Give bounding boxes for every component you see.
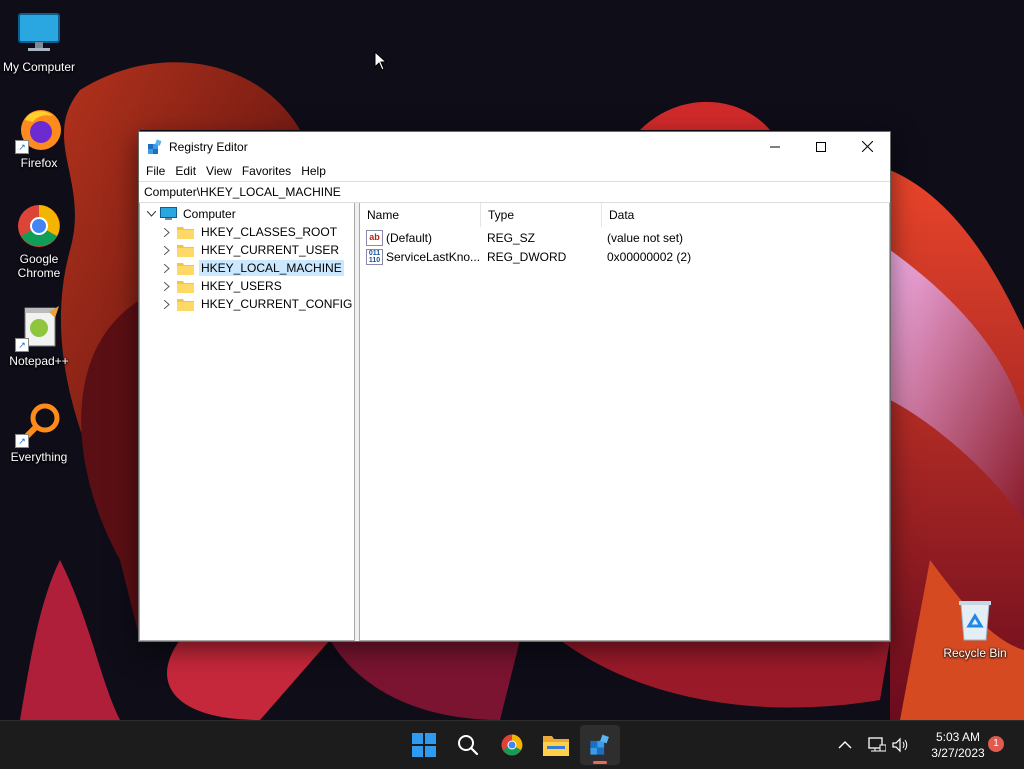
desktop-icon-my-computer[interactable]: My Computer <box>1 10 77 74</box>
address-bar[interactable]: Computer\HKEY_LOCAL_MACHINE <box>139 181 890 203</box>
minimize-button[interactable] <box>752 132 798 161</box>
close-icon <box>861 141 873 152</box>
desktop-icon-google-chrome[interactable]: Google Chrome <box>1 202 77 280</box>
desktop-icon-label: Notepad++ <box>9 354 69 368</box>
file-explorer-icon <box>543 736 569 756</box>
folder-icon <box>177 280 194 293</box>
maximize-icon <box>816 141 826 152</box>
window-title: Registry Editor <box>169 139 248 154</box>
maximize-button[interactable] <box>798 132 844 161</box>
tree-item-hkey-current-config[interactable]: HKEY_CURRENT_CONFIG <box>160 295 354 313</box>
search-icon <box>458 735 479 756</box>
column-header-data[interactable]: Data <box>602 203 789 227</box>
close-button[interactable] <box>844 132 890 161</box>
menu-favorites[interactable]: Favorites <box>237 164 296 178</box>
column-header-type[interactable]: Type <box>481 203 602 227</box>
mouse-cursor-icon <box>374 51 388 71</box>
tree-item-label: HKEY_CURRENT_USER <box>201 243 340 257</box>
desktop-icon-label: Recycle Bin <box>943 646 1007 660</box>
desktop-icon-label: Firefox <box>20 156 58 170</box>
tree-item-label: HKEY_CLASSES_ROOT <box>201 225 338 239</box>
network-icon[interactable] <box>868 737 886 753</box>
folder-icon <box>177 262 194 275</box>
tree-item-hkey-local-machine[interactable]: HKEY_LOCAL_MACHINE <box>160 259 344 277</box>
desktop-icon-recycle-bin[interactable]: Recycle Bin <box>937 596 1013 660</box>
desktop-icon-notepad-plus-plus[interactable]: ↗ Notepad++ <box>1 304 77 368</box>
key-tree-pane[interactable]: Computer HKEY_CLASSES_ROOT HKEY_CURRENT_… <box>139 203 355 641</box>
table-row[interactable]: ab (Default) REG_SZ (value not set) <box>360 228 889 247</box>
tree-item-hkey-users[interactable]: HKEY_USERS <box>160 277 284 295</box>
search-button[interactable] <box>448 725 488 765</box>
desktop-icon-label: Google Chrome <box>17 252 61 280</box>
tree-item-label: HKEY_USERS <box>201 279 282 293</box>
chrome-icon <box>501 734 523 756</box>
chevron-right-icon[interactable] <box>160 281 174 291</box>
registry-editor-icon <box>590 734 609 755</box>
list-header: Name Type Data <box>360 203 889 228</box>
chevron-right-icon[interactable] <box>160 299 174 309</box>
recycle-bin-icon <box>951 596 999 644</box>
value-type: REG_DWORD <box>487 249 567 264</box>
clock[interactable]: 5:03 AM 3/27/2023 <box>918 729 998 761</box>
notification-badge[interactable]: 1 <box>988 736 1004 752</box>
clock-time: 5:03 AM <box>935 730 981 744</box>
chevron-right-icon[interactable] <box>160 263 174 273</box>
values-list-pane[interactable]: Name Type Data ab (Default) REG_SZ (valu… <box>359 203 890 641</box>
tree-item-hkey-current-user[interactable]: HKEY_CURRENT_USER <box>160 241 341 259</box>
desktop-icon-label: Everything <box>10 450 68 464</box>
menu-view[interactable]: View <box>201 164 237 178</box>
monitor-icon <box>15 10 63 58</box>
taskbar-registry-editor-button[interactable] <box>580 725 620 765</box>
menu-file[interactable]: File <box>141 164 170 178</box>
system-tray <box>836 721 910 769</box>
chevron-right-icon[interactable] <box>160 227 174 237</box>
registry-editor-window[interactable]: Registry Editor File Edit View Favorites… <box>138 131 891 642</box>
taskbar-file-explorer-button[interactable] <box>536 725 576 765</box>
tree-item-computer[interactable]: Computer <box>144 205 238 223</box>
chevron-down-icon[interactable] <box>144 211 158 217</box>
value-data: (value not set) <box>607 230 684 245</box>
taskbar-chrome-button[interactable] <box>492 725 532 765</box>
string-value-icon: ab <box>366 229 383 246</box>
folder-icon <box>177 298 194 311</box>
firefox-icon: ↗ <box>15 106 63 154</box>
minimize-icon <box>770 146 780 147</box>
clock-date: 3/27/2023 <box>931 746 985 760</box>
tree-item-hkey-classes-root[interactable]: HKEY_CLASSES_ROOT <box>160 223 339 241</box>
notepad-plus-plus-icon: ↗ <box>15 304 63 352</box>
start-button[interactable] <box>404 725 444 765</box>
value-data: 0x00000002 (2) <box>607 249 692 264</box>
shortcut-arrow-icon: ↗ <box>15 338 29 352</box>
chevron-right-icon[interactable] <box>160 245 174 255</box>
table-row[interactable]: 011 110 ServiceLastKno... REG_DWORD 0x00… <box>360 247 889 266</box>
tree-item-label: Computer <box>183 207 236 221</box>
tree-item-label: HKEY_CURRENT_CONFIG <box>201 297 353 311</box>
tree-item-label: HKEY_LOCAL_MACHINE <box>199 260 344 276</box>
desktop-icon-label: My Computer <box>2 60 76 74</box>
volume-icon[interactable] <box>892 737 910 753</box>
value-name: ServiceLastKno... <box>386 249 480 264</box>
chevron-up-icon[interactable] <box>838 740 852 750</box>
desktop-icon-firefox[interactable]: ↗ Firefox <box>1 106 77 170</box>
chrome-icon <box>15 202 63 250</box>
title-bar[interactable]: Registry Editor <box>139 132 890 161</box>
shortcut-arrow-icon: ↗ <box>15 140 29 154</box>
menu-help[interactable]: Help <box>296 164 331 178</box>
column-header-name[interactable]: Name <box>360 203 481 227</box>
folder-icon <box>177 244 194 257</box>
shortcut-arrow-icon: ↗ <box>15 434 29 448</box>
value-name: (Default) <box>386 230 433 245</box>
menu-bar: File Edit View Favorites Help <box>139 161 890 181</box>
magnifier-icon: ↗ <box>15 400 63 448</box>
value-type: REG_SZ <box>487 230 536 245</box>
binary-value-icon: 011 110 <box>366 248 383 265</box>
registry-editor-icon <box>148 138 162 154</box>
taskbar: 5:03 AM 3/27/2023 <box>0 720 1024 769</box>
active-app-indicator <box>593 761 607 764</box>
folder-icon <box>177 226 194 239</box>
desktop-icon-everything[interactable]: ↗ Everything <box>1 400 77 464</box>
start-icon <box>412 733 436 757</box>
menu-edit[interactable]: Edit <box>170 164 201 178</box>
computer-icon <box>160 207 177 220</box>
